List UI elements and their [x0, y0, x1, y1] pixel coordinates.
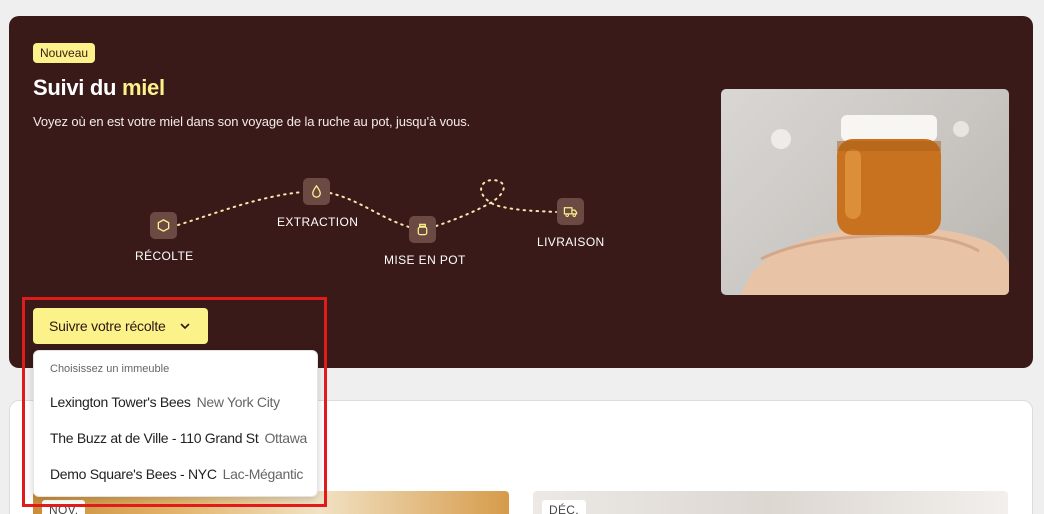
month-tag-nov: NOV.	[42, 500, 86, 514]
month-tag-dec: DÉC.	[542, 500, 586, 514]
truck-icon	[557, 198, 584, 225]
page-title: Suivi du miel	[33, 75, 165, 101]
step-label-mise-en-pot: MISE EN POT	[384, 253, 466, 267]
building-name: The Buzz at de Ville - 110 Grand St	[50, 430, 259, 446]
harvest-photo-2[interactable]	[533, 491, 1008, 514]
building-name: Demo Square's Bees - NYC	[50, 466, 217, 482]
title-accent: miel	[121, 75, 165, 100]
building-option-demo-square[interactable]: Demo Square's Bees - NYC Lac-Mégantic	[50, 466, 303, 482]
building-city: Lac-Mégantic	[222, 466, 304, 482]
chevron-down-icon	[180, 323, 190, 330]
honey-drop-icon	[303, 178, 330, 205]
building-city: Ottawa	[264, 430, 307, 446]
track-harvest-label: Suivre votre récolte	[49, 318, 166, 334]
title-main: Suivi du	[33, 75, 122, 100]
step-label-extraction: EXTRACTION	[277, 215, 359, 229]
dropdown-header: Choisissez un immeuble	[50, 363, 170, 375]
building-option-lexington[interactable]: Lexington Tower's Bees New York City	[50, 394, 280, 410]
step-label-livraison: LIVRAISON	[537, 235, 605, 249]
building-city: New York City	[196, 394, 281, 410]
building-name: Lexington Tower's Bees	[50, 394, 191, 410]
step-label-recolte: RÉCOLTE	[135, 249, 194, 263]
building-dropdown-menu: Choisissez un immeuble Lexington Tower's…	[33, 350, 318, 497]
hero-subtitle: Voyez où en est votre miel dans son voya…	[33, 114, 471, 129]
hexagon-icon	[150, 212, 177, 239]
track-harvest-button[interactable]: Suivre votre récolte	[33, 308, 208, 344]
jar-icon	[409, 216, 436, 243]
building-option-buzz[interactable]: The Buzz at de Ville - 110 Grand St Ottaw…	[50, 430, 307, 446]
new-badge: Nouveau	[33, 43, 96, 63]
honey-jar-photo	[721, 89, 1009, 295]
